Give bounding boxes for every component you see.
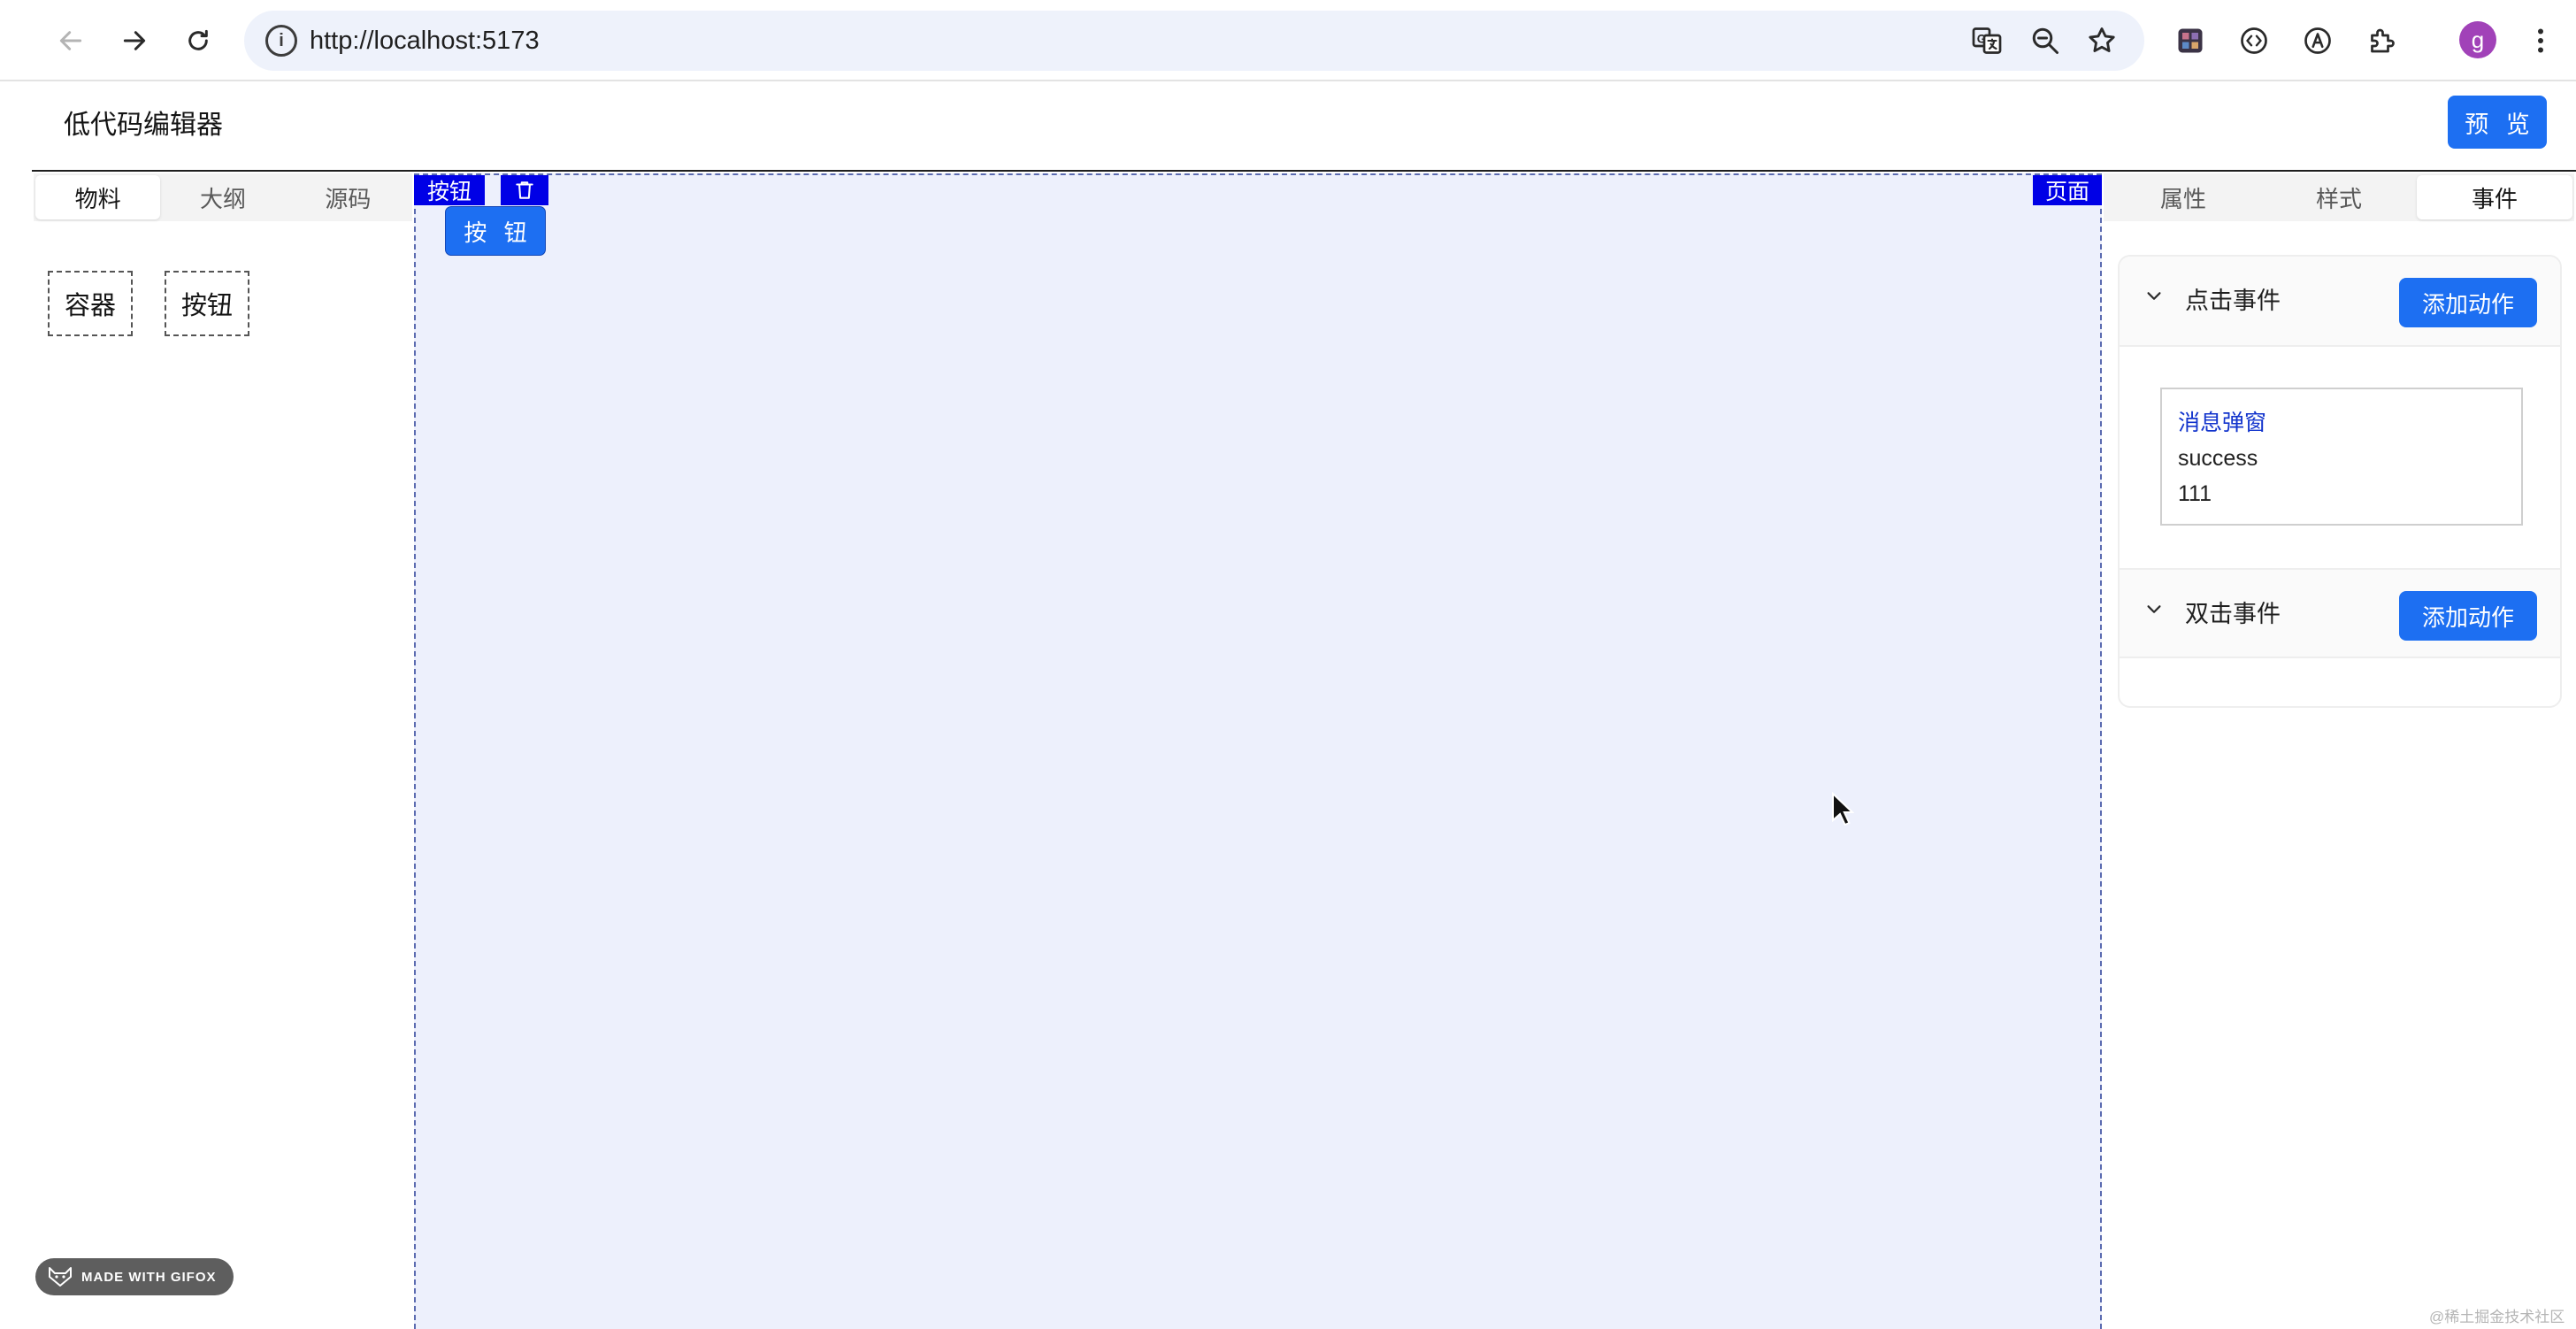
add-action-button[interactable]: 添加动作 [2399,278,2537,327]
event-title-click: 点击事件 [2185,288,2281,314]
gifox-label: MADE WITH GIFOX [81,1269,217,1285]
material-container[interactable]: 容器 [48,271,133,336]
url-text[interactable]: http://localhost:5173 [310,25,540,57]
tab-outline[interactable]: 大纲 [160,175,285,219]
action-item[interactable]: 消息弹窗 success 111 [2160,388,2523,526]
canvas-button-component[interactable]: 按 钮 [446,207,545,255]
gifox-badge: MADE WITH GIFOX [35,1258,234,1295]
bookmark-star-icon[interactable] [2084,23,2120,58]
event-header-dblclick[interactable]: 双击事件 添加动作 [2120,568,2560,658]
left-tabs: 物料 大纲 源码 [34,173,412,221]
tab-styles[interactable]: 样式 [2261,175,2417,219]
event-title-dblclick: 双击事件 [2185,601,2281,627]
right-tabs: 属性 样式 事件 [2104,173,2574,221]
page-component-tag: 页面 [2033,175,2102,205]
right-panel: 属性 样式 事件 点击事件 添加动作 消息弹窗 success 111 双击事件… [2104,173,2576,1329]
selected-component-tag: 按钮 [414,175,485,205]
forward-arrow-icon[interactable] [110,16,159,65]
app-header: 低代码编辑器 预 览 [32,81,2576,172]
action-level: success [2178,446,2258,471]
preview-button[interactable]: 预 览 [2448,96,2547,149]
reload-icon[interactable] [173,16,223,65]
extension-text-icon[interactable] [2296,19,2339,62]
add-action-button[interactable]: 添加动作 [2399,591,2537,641]
mouse-cursor-icon [1832,792,1854,826]
trash-icon [516,181,533,199]
extensions-puzzle-icon[interactable] [2360,19,2403,62]
editor-canvas[interactable]: 按钮 页面 按 钮 [414,173,2102,1329]
address-bar[interactable]: i http://localhost:5173 G [244,11,2144,71]
fox-logo-icon [49,1267,72,1287]
delete-component-button[interactable] [501,175,548,205]
site-info-icon[interactable]: i [265,25,297,57]
browser-toolbar: i http://localhost:5173 G g [0,0,2576,81]
app-title: 低代码编辑器 [64,111,223,140]
profile-avatar[interactable]: g [2459,21,2496,58]
extension-code-icon[interactable] [2233,19,2275,62]
action-type: 消息弹窗 [2178,411,2267,435]
back-arrow-icon[interactable] [46,16,96,65]
events-card: 点击事件 添加动作 消息弹窗 success 111 双击事件 添加动作 [2118,255,2562,708]
material-button[interactable]: 按钮 [165,271,249,336]
watermark: @稀土掘金技术社区 [2429,1309,2565,1325]
chevron-down-icon[interactable] [2144,600,2164,619]
tab-events[interactable]: 事件 [2417,175,2572,219]
tab-materials[interactable]: 物料 [35,175,161,219]
zoom-out-icon[interactable] [2028,23,2063,58]
chevron-down-icon[interactable] [2144,287,2164,306]
tab-properties[interactable]: 属性 [2105,175,2261,219]
action-message: 111 [2178,481,2212,506]
left-panel: 物料 大纲 源码 容器 按钮 [32,173,414,1329]
event-header-click[interactable]: 点击事件 添加动作 [2120,257,2560,347]
more-menu-icon[interactable] [2519,19,2562,62]
tab-source[interactable]: 源码 [286,175,410,219]
translate-icon[interactable]: G [1969,23,2005,58]
extension-app-icon[interactable] [2169,19,2212,62]
